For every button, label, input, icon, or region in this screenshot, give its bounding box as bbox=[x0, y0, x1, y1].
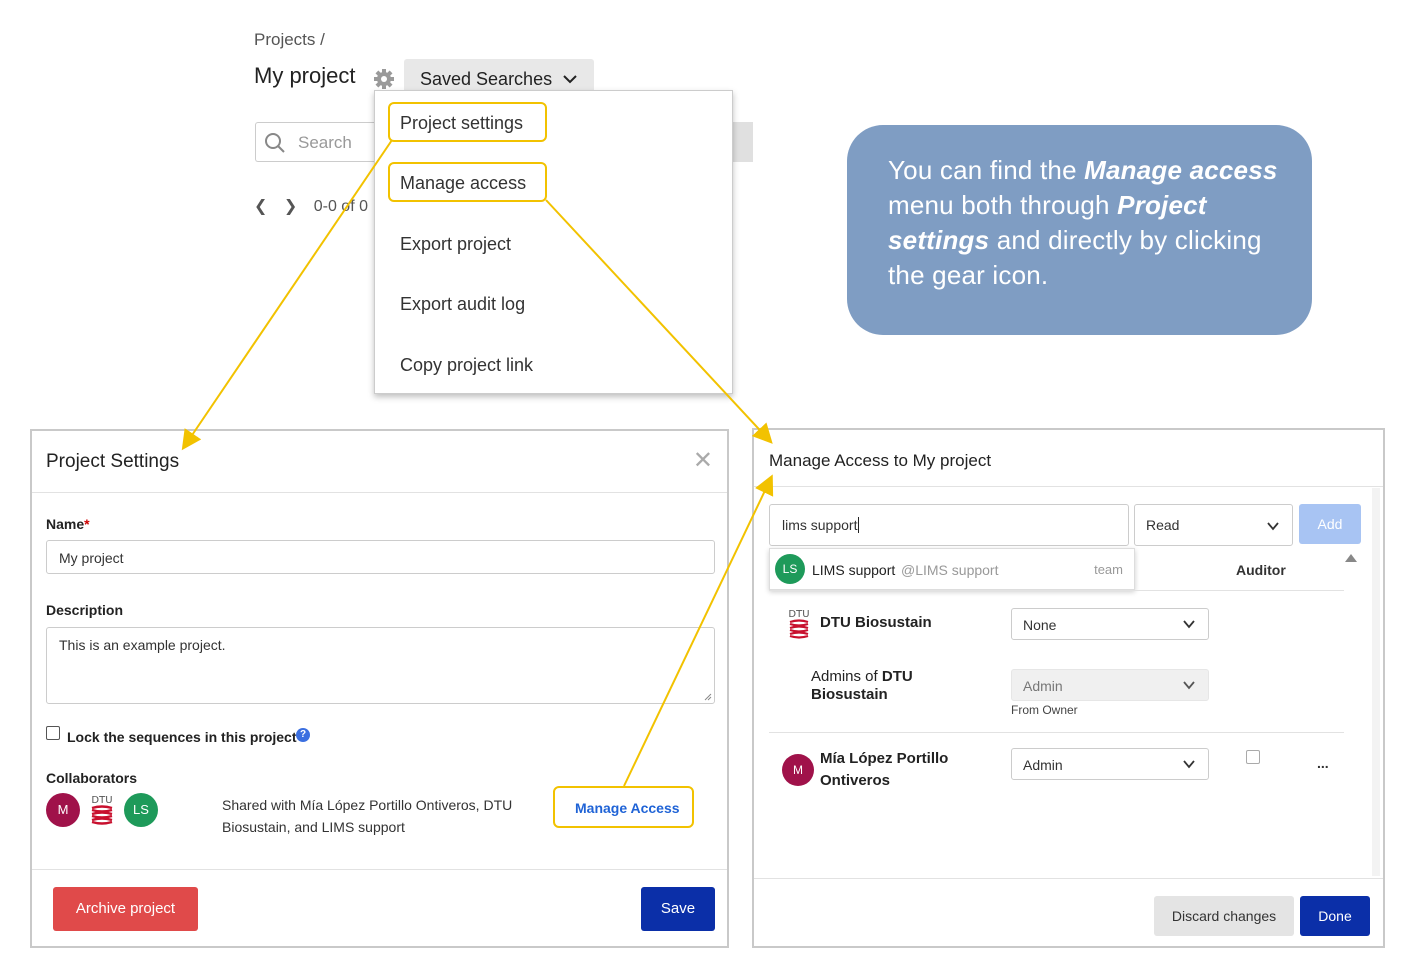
suggestion-item[interactable]: LS LIMS support @LIMS support team bbox=[769, 548, 1135, 590]
highlight-manage-access bbox=[388, 162, 547, 202]
lock-sequences-label: Lock the sequences in this project bbox=[67, 729, 297, 745]
menu-item-copy-project-link[interactable]: Copy project link bbox=[400, 355, 533, 376]
member-name-line: Mía López Portillo bbox=[820, 750, 949, 767]
dialog-title: Manage Access to My project bbox=[769, 451, 992, 470]
divider bbox=[769, 732, 1344, 733]
member-name: Admins of DTU Biosustain bbox=[811, 668, 913, 704]
divider bbox=[32, 492, 727, 493]
scrollbar[interactable] bbox=[1372, 488, 1380, 876]
chevron-down-icon bbox=[1267, 522, 1279, 531]
dtu-logo-icon: DTU bbox=[89, 793, 115, 827]
member-name: DTU Biosustain bbox=[820, 614, 932, 631]
manage-access-dialog: Manage Access to My project lims support… bbox=[752, 428, 1385, 948]
lock-sequences-checkbox[interactable] bbox=[46, 726, 60, 740]
auditor-column-header: Auditor bbox=[1236, 562, 1286, 578]
suggestion-handle: @LIMS support bbox=[901, 562, 999, 578]
description-value: This is an example project. bbox=[59, 637, 226, 653]
avatar: LS bbox=[124, 793, 158, 827]
dtu-logo-text: DTU bbox=[788, 609, 809, 620]
archive-project-button[interactable]: Archive project bbox=[53, 887, 198, 931]
chevron-down-icon bbox=[1183, 681, 1195, 690]
add-member-input[interactable]: lims support bbox=[769, 504, 1129, 546]
role-select: Admin bbox=[1011, 669, 1209, 701]
pager: ❮ ❯ 0-0 of 0 bbox=[254, 196, 380, 216]
member-name-org: DTU bbox=[881, 668, 913, 685]
search-icon bbox=[265, 133, 285, 153]
permission-value: Read bbox=[1146, 517, 1180, 533]
suggestion-type: team bbox=[1094, 562, 1123, 577]
resize-handle-icon[interactable] bbox=[702, 691, 712, 701]
more-options-icon[interactable]: ... bbox=[1317, 756, 1329, 770]
search-input[interactable]: Search bbox=[255, 122, 380, 162]
name-label: Name* bbox=[46, 516, 90, 532]
dtu-logo-icon: DTU bbox=[788, 607, 810, 639]
role-select[interactable]: Admin bbox=[1011, 748, 1209, 780]
callout-emphasis: Manage access bbox=[1084, 155, 1278, 185]
collaborators-label: Collaborators bbox=[46, 770, 138, 786]
name-field[interactable]: My project bbox=[46, 540, 715, 574]
shared-with-text: Shared with Mía López Portillo Ontiveros… bbox=[222, 797, 513, 835]
highlight-manage-access-link bbox=[553, 786, 694, 828]
next-page-icon[interactable]: ❯ bbox=[284, 198, 297, 215]
role-value: Admin bbox=[1023, 678, 1063, 694]
help-icon[interactable]: ? bbox=[296, 728, 310, 742]
description-field[interactable]: This is an example project. bbox=[46, 627, 715, 704]
permission-select[interactable]: Read bbox=[1134, 504, 1293, 546]
divider bbox=[769, 590, 1344, 591]
text-cursor bbox=[858, 517, 860, 533]
chevron-down-icon bbox=[563, 75, 577, 84]
description-label: Description bbox=[46, 602, 124, 618]
close-icon[interactable]: ✕ bbox=[693, 449, 713, 473]
member-name-org: Biosustain bbox=[811, 686, 888, 703]
avatar: M bbox=[782, 754, 814, 786]
role-value: Admin bbox=[1023, 757, 1063, 773]
suggestion-name: LIMS support bbox=[812, 562, 896, 578]
divider bbox=[754, 878, 1383, 879]
info-callout: You can find the Manage access menu both… bbox=[847, 125, 1312, 335]
callout-text: menu both through bbox=[888, 190, 1118, 220]
avatar: M bbox=[46, 793, 80, 827]
name-label-text: Name bbox=[46, 516, 85, 532]
menu-item-export-project[interactable]: Export project bbox=[400, 234, 511, 255]
search-placeholder: Search bbox=[298, 133, 352, 152]
member-name-prefix: Admins of bbox=[811, 668, 882, 685]
pager-count: 0-0 of 0 bbox=[313, 198, 368, 215]
required-mark: * bbox=[84, 516, 90, 532]
avatar: LS bbox=[775, 554, 805, 584]
role-source-note: From Owner bbox=[1011, 703, 1078, 717]
divider bbox=[32, 869, 727, 870]
menu-item-export-audit-log[interactable]: Export audit log bbox=[400, 294, 525, 315]
gear-icon[interactable] bbox=[373, 68, 395, 90]
scroll-up-icon[interactable] bbox=[1345, 554, 1357, 562]
done-button[interactable]: Done bbox=[1300, 896, 1370, 936]
role-value: None bbox=[1023, 617, 1057, 633]
divider bbox=[754, 486, 1383, 487]
saved-searches-label: Saved Searches bbox=[420, 69, 553, 89]
project-settings-dialog: Project Settings ✕ Name* My project Desc… bbox=[30, 429, 729, 948]
breadcrumb[interactable]: Projects / bbox=[254, 30, 325, 50]
add-button[interactable]: Add bbox=[1299, 504, 1361, 544]
dtu-logo-text: DTU bbox=[91, 795, 112, 806]
member-name: Mía López Portillo Ontiveros bbox=[820, 748, 948, 792]
page-title: My project bbox=[254, 63, 356, 88]
dialog-title: Project Settings bbox=[46, 451, 180, 472]
auditor-checkbox[interactable] bbox=[1246, 750, 1260, 764]
member-name-line: Ontiveros bbox=[820, 772, 891, 789]
chevron-down-icon bbox=[1183, 620, 1195, 629]
toolbar-edge bbox=[733, 122, 753, 162]
add-member-value: lims support bbox=[782, 517, 858, 533]
save-button[interactable]: Save bbox=[641, 887, 715, 931]
arrow-to-project-settings bbox=[181, 139, 393, 451]
prev-page-icon[interactable]: ❮ bbox=[254, 198, 267, 215]
role-select[interactable]: None bbox=[1011, 608, 1209, 640]
chevron-down-icon bbox=[1183, 760, 1195, 769]
callout-text: You can find the bbox=[888, 155, 1085, 185]
highlight-project-settings bbox=[388, 102, 547, 142]
discard-changes-button[interactable]: Discard changes bbox=[1154, 896, 1294, 936]
